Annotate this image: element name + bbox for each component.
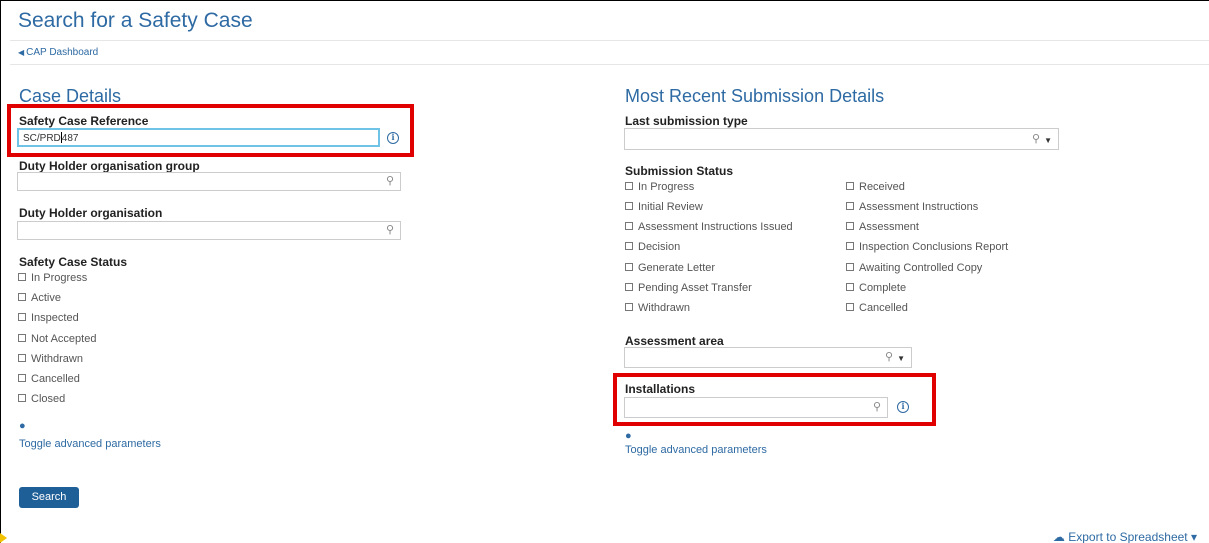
checkbox-label: Assessment Instructions Issued — [638, 221, 793, 233]
submission-checkbox-in-progress[interactable]: In Progress — [625, 181, 694, 193]
checkbox-label: Cancelled — [31, 373, 80, 385]
checkbox-icon — [625, 303, 633, 311]
highlight-box-installations — [613, 373, 936, 426]
checkbox-icon — [625, 222, 633, 230]
duty-holder-org-input[interactable]: ⚲ — [17, 221, 401, 240]
checkbox-label: In Progress — [31, 272, 88, 284]
checkbox-icon — [846, 283, 854, 291]
search-button[interactable]: Search — [19, 487, 79, 508]
submission-checkbox-received[interactable]: Received — [846, 181, 905, 193]
checkbox-label: Not Accepted — [31, 333, 97, 345]
page-title: Search for a Safety Case — [18, 9, 253, 32]
cursor-marker — [0, 533, 7, 543]
checkbox-label: Pending Asset Transfer — [638, 282, 752, 294]
checkbox-icon — [846, 202, 854, 210]
checkbox-label: Cancelled — [859, 302, 908, 314]
submission-checkbox-withdrawn[interactable]: Withdrawn — [625, 302, 690, 314]
checkbox-not-accepted[interactable]: Not Accepted — [18, 333, 96, 345]
toggle-advanced-parameters-left[interactable]: Toggle advanced parameters — [19, 438, 161, 450]
checkbox-label: Decision — [638, 241, 681, 253]
back-link-cap-dashboard[interactable]: ◀ CAP Dashboard — [18, 47, 98, 58]
title-divider — [10, 40, 1209, 41]
submission-status-label: Submission Status — [625, 164, 734, 178]
toggle-advanced-parameters-right[interactable]: Toggle advanced parameters — [625, 444, 767, 456]
last-submission-type-select[interactable]: ⚲ ▼ — [624, 128, 1059, 150]
checkbox-label: Withdrawn — [31, 353, 83, 365]
submission-checkbox-complete[interactable]: Complete — [846, 282, 906, 294]
search-icon: ⚲ — [385, 175, 394, 187]
checkbox-icon — [625, 283, 633, 291]
submission-checkbox-assessment-instructions-issued[interactable]: Assessment Instructions Issued — [625, 221, 793, 233]
cloud-download-icon: ☁ — [1052, 530, 1069, 543]
duty-holder-group-input[interactable]: ⚲ — [17, 172, 401, 191]
checkbox-withdrawn[interactable]: Withdrawn — [18, 353, 83, 365]
checkbox-cancelled[interactable]: Cancelled — [18, 373, 80, 385]
submission-checkbox-initial-review[interactable]: Initial Review — [625, 201, 703, 213]
highlight-box-reference — [7, 104, 414, 157]
checkbox-icon — [846, 303, 854, 311]
checkbox-icon — [18, 313, 26, 321]
submission-checkbox-assessment-instructions[interactable]: Assessment Instructions — [846, 201, 978, 213]
checkbox-active[interactable]: Active — [18, 292, 61, 304]
checkbox-label: Initial Review — [638, 201, 703, 213]
page-frame — [0, 0, 1209, 543]
checkbox-icon — [625, 182, 633, 190]
submission-checkbox-decision[interactable]: Decision — [625, 241, 680, 253]
assessment-area-select[interactable]: ⚲ ▼ — [624, 347, 912, 368]
chevron-down-icon: ▼ — [1044, 136, 1052, 145]
back-arrow-icon: ◀ — [18, 48, 25, 57]
search-icon: ⚲ — [385, 224, 394, 236]
back-link-label: CAP Dashboard — [26, 47, 99, 58]
checkbox-label: Inspection Conclusions Report — [859, 241, 1009, 253]
safety-case-status-label: Safety Case Status — [19, 255, 128, 269]
eye-icon: ● — [19, 420, 26, 432]
checkbox-inspected[interactable]: Inspected — [18, 312, 79, 324]
breadcrumb-divider — [10, 64, 1209, 65]
checkbox-in-progress[interactable]: In Progress — [18, 272, 87, 284]
checkbox-icon — [18, 293, 26, 301]
submission-details-title: Most Recent Submission Details — [625, 86, 885, 106]
checkbox-icon — [18, 273, 26, 281]
submission-checkbox-generate-letter[interactable]: Generate Letter — [625, 262, 715, 274]
assessment-area-label: Assessment area — [625, 334, 724, 348]
checkbox-label: Generate Letter — [638, 262, 716, 274]
checkbox-icon — [846, 182, 854, 190]
search-icon: ⚲ — [884, 351, 893, 363]
submission-checkbox-cancelled[interactable]: Cancelled — [846, 302, 908, 314]
submission-checkbox-inspection-conclusions-report[interactable]: Inspection Conclusions Report — [846, 241, 1008, 253]
submission-checkbox-assessment[interactable]: Assessment — [846, 221, 919, 233]
checkbox-icon — [18, 334, 26, 342]
checkbox-label: Inspected — [31, 312, 79, 324]
checkbox-label: Assessment Instructions — [859, 201, 979, 213]
checkbox-icon — [18, 374, 26, 382]
checkbox-icon — [18, 354, 26, 362]
checkbox-icon — [846, 222, 854, 230]
search-icon: ⚲ — [1031, 133, 1040, 145]
checkbox-label: In Progress — [638, 181, 695, 193]
submission-checkbox-awaiting-controlled-copy[interactable]: Awaiting Controlled Copy — [846, 262, 982, 274]
checkbox-label: Complete — [859, 282, 907, 294]
duty-holder-org-label: Duty Holder organisation — [19, 206, 163, 220]
export-label: Export to Spreadsheet — [1068, 530, 1188, 543]
chevron-down-icon: ▼ — [897, 354, 905, 363]
checkbox-icon — [846, 263, 854, 271]
checkbox-icon — [625, 202, 633, 210]
eye-icon: ● — [625, 430, 632, 442]
checkbox-label: Active — [31, 292, 61, 304]
last-submission-type-label: Last submission type — [625, 114, 748, 128]
checkbox-label: Closed — [31, 393, 66, 405]
duty-holder-group-label: Duty Holder organisation group — [19, 159, 200, 173]
checkbox-closed[interactable]: Closed — [18, 393, 65, 405]
checkbox-label: Assessment — [859, 221, 919, 233]
checkbox-icon — [625, 242, 633, 250]
checkbox-label: Withdrawn — [638, 302, 690, 314]
checkbox-icon — [846, 242, 854, 250]
submission-checkbox-pending-asset-transfer[interactable]: Pending Asset Transfer — [625, 282, 752, 294]
checkbox-icon — [625, 263, 633, 271]
checkbox-icon — [18, 394, 26, 402]
chevron-down-icon: ▾ — [1187, 530, 1197, 543]
checkbox-label: Received — [859, 181, 905, 193]
checkbox-label: Awaiting Controlled Copy — [859, 262, 983, 274]
export-to-spreadsheet-button[interactable]: ☁ Export to Spreadsheet ▾ — [1053, 530, 1197, 543]
